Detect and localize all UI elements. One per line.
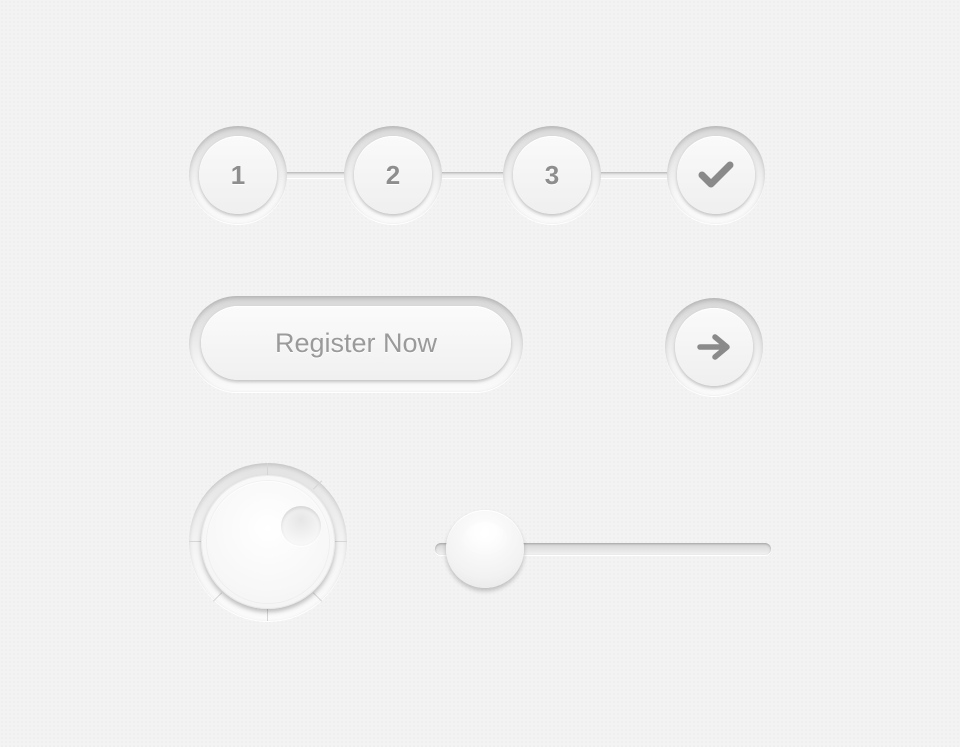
step-3-number: 3 xyxy=(544,159,560,190)
arrow-right-icon xyxy=(697,334,730,360)
check-icon xyxy=(698,161,734,188)
knob-tick xyxy=(189,541,201,542)
knob-tick xyxy=(267,609,268,621)
knob-tick xyxy=(312,592,323,602)
knob-tick xyxy=(267,463,268,475)
step-complete-face xyxy=(677,136,755,214)
step-2[interactable]: 2 xyxy=(344,126,442,224)
step-1-face: 1 xyxy=(199,136,277,214)
step-complete[interactable] xyxy=(667,126,765,224)
register-now-button[interactable]: Register Now xyxy=(201,306,511,380)
slider-thumb[interactable] xyxy=(446,510,524,588)
rotary-knob[interactable] xyxy=(189,463,347,621)
step-connector xyxy=(437,172,507,178)
step-3-face: 3 xyxy=(513,136,591,214)
step-1-number: 1 xyxy=(230,159,246,190)
knob-dial xyxy=(201,475,335,609)
knob-tick xyxy=(212,592,223,602)
knob-tick xyxy=(335,541,347,542)
step-1[interactable]: 1 xyxy=(189,126,287,224)
step-connector xyxy=(597,172,671,178)
knob-indicator xyxy=(281,506,321,546)
step-2-number: 2 xyxy=(385,159,401,190)
step-connector xyxy=(281,172,347,178)
step-3[interactable]: 3 xyxy=(503,126,601,224)
stepper: 1 2 3 xyxy=(189,126,765,224)
knob-tick xyxy=(312,480,323,490)
next-arrow-button[interactable] xyxy=(675,308,753,386)
register-button-well: Register Now xyxy=(189,296,523,392)
next-button-well xyxy=(665,298,763,396)
step-2-face: 2 xyxy=(354,136,432,214)
